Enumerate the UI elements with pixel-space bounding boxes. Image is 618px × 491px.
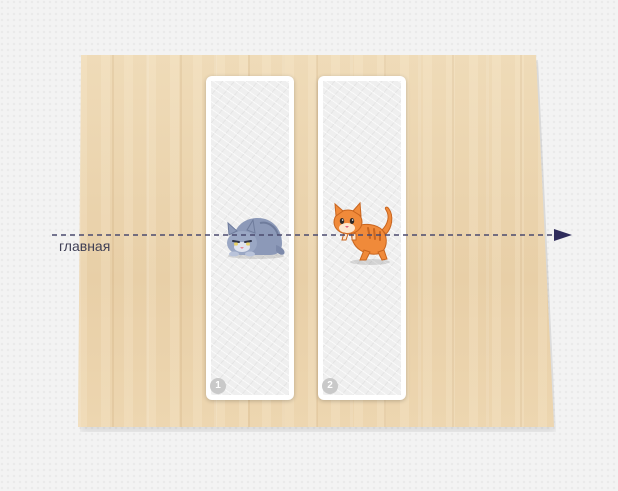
orange-cat-icon[interactable] xyxy=(330,200,396,266)
storyboard-scene: 1 2 главная xyxy=(0,0,618,491)
gray-cat-icon[interactable] xyxy=(220,205,288,261)
timeline-arrowhead-icon xyxy=(554,229,572,241)
panel-number-badge: 2 xyxy=(322,378,338,394)
panel-number-badge: 1 xyxy=(210,378,226,394)
axis-label: главная xyxy=(59,238,111,254)
wooden-board xyxy=(78,55,554,427)
